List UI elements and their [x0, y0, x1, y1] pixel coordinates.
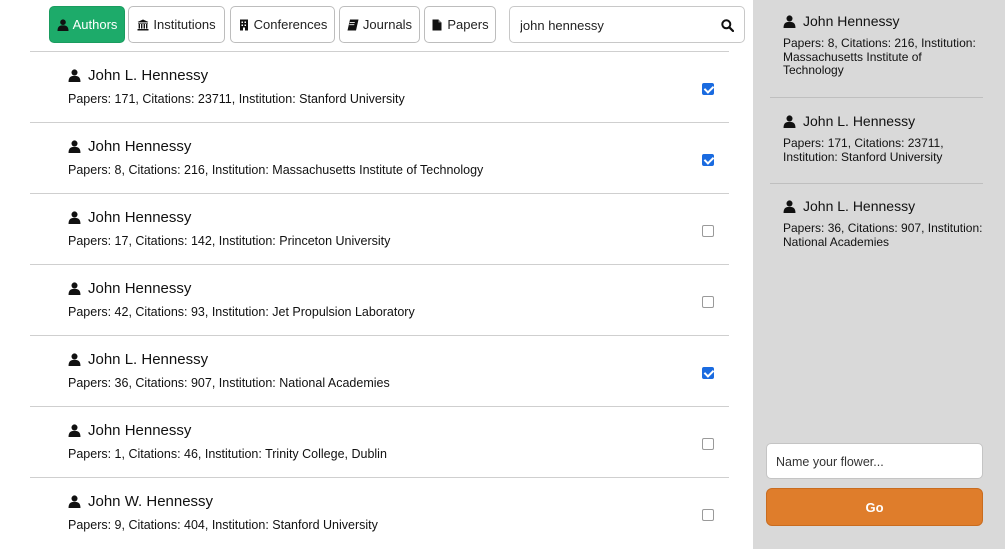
selected-item: John L. Hennessy Papers: 36, Citations: … [783, 198, 983, 249]
tab-institutions[interactable]: Institutions [128, 6, 225, 43]
list-item[interactable]: John L. Hennessy Papers: 36, Citations: … [30, 335, 729, 406]
search-input[interactable] [520, 16, 710, 34]
list-item[interactable]: John Hennessy Papers: 8, Citations: 216,… [30, 122, 729, 193]
user-icon [68, 69, 81, 82]
author-meta: Papers: 36, Citations: 907, Institution:… [68, 376, 390, 390]
author-name: John Hennessy [88, 422, 192, 439]
author-meta: Papers: 171, Citations: 23711, Instituti… [68, 92, 405, 106]
select-checkbox[interactable] [702, 154, 714, 166]
tab-label: Authors [72, 17, 118, 32]
tab-conferences[interactable]: Conferences [230, 6, 335, 43]
user-icon [68, 495, 81, 508]
journal-icon [347, 19, 359, 30]
list-item[interactable]: John Hennessy Papers: 42, Citations: 93,… [30, 264, 729, 335]
list-item[interactable]: John Hennessy Papers: 17, Citations: 142… [30, 193, 729, 264]
author-name: John Hennessy [88, 280, 192, 297]
selection-sidebar: John Hennessy Papers: 8, Citations: 216,… [753, 0, 1005, 549]
select-checkbox[interactable] [702, 296, 714, 308]
toolbar: Authors Institutions Conferences Journal… [49, 6, 749, 44]
tab-label: Papers [447, 17, 489, 32]
select-checkbox[interactable] [702, 509, 714, 521]
tab-label: Journals [362, 17, 413, 32]
paper-icon [432, 19, 442, 30]
author-name: John W. Hennessy [88, 493, 214, 510]
user-icon [783, 199, 796, 213]
list-item[interactable]: John Hennessy Papers: 1, Citations: 46, … [30, 406, 729, 477]
user-icon [783, 114, 796, 128]
user-icon [68, 353, 81, 366]
select-checkbox[interactable] [702, 367, 714, 379]
list-item[interactable]: John L. Hennessy Papers: 171, Citations:… [30, 51, 729, 122]
divider [770, 97, 983, 98]
selected-meta: Papers: 36, Citations: 907, Institution:… [783, 221, 983, 249]
institution-icon [137, 19, 149, 30]
selected-item: John Hennessy Papers: 8, Citations: 216,… [783, 13, 983, 78]
author-meta: Papers: 9, Citations: 404, Institution: … [68, 518, 378, 532]
search-icon[interactable] [721, 19, 734, 32]
selected-name: John L. Hennessy [803, 113, 916, 129]
user-icon [68, 424, 81, 437]
select-checkbox[interactable] [702, 83, 714, 95]
conference-icon [239, 19, 248, 30]
flower-name-field[interactable] [766, 443, 983, 479]
author-name: John Hennessy [88, 209, 192, 226]
tab-label: Institutions [153, 17, 216, 32]
selected-name: John L. Hennessy [803, 198, 916, 214]
user-icon [68, 282, 81, 295]
results-list: John L. Hennessy Papers: 171, Citations:… [30, 51, 729, 548]
go-button[interactable]: Go [766, 488, 983, 526]
user-icon [783, 14, 796, 28]
author-name: John L. Hennessy [88, 351, 209, 368]
user-icon [68, 211, 81, 224]
tab-papers[interactable]: Papers [424, 6, 496, 43]
selected-item: John L. Hennessy Papers: 171, Citations:… [783, 113, 983, 164]
selected-meta: Papers: 8, Citations: 216, Institution: … [783, 36, 976, 77]
user-icon [68, 140, 81, 153]
selected-name: John Hennessy [803, 13, 900, 29]
divider [770, 183, 983, 184]
tab-journals[interactable]: Journals [339, 6, 420, 43]
list-item[interactable]: John W. Hennessy Papers: 9, Citations: 4… [30, 477, 729, 548]
author-name: John L. Hennessy [88, 67, 209, 84]
search-box[interactable] [509, 6, 745, 43]
author-meta: Papers: 42, Citations: 93, Institution: … [68, 305, 415, 319]
flower-name-input[interactable] [776, 454, 971, 470]
select-checkbox[interactable] [702, 225, 714, 237]
author-meta: Papers: 1, Citations: 46, Institution: T… [68, 447, 387, 461]
author-meta: Papers: 8, Citations: 216, Institution: … [68, 163, 484, 177]
selected-meta: Papers: 171, Citations: 23711, Instituti… [783, 136, 944, 164]
tab-label: Conferences [253, 17, 328, 32]
author-meta: Papers: 17, Citations: 142, Institution:… [68, 234, 391, 248]
main-panel: Authors Institutions Conferences Journal… [0, 0, 753, 549]
tab-authors[interactable]: Authors [49, 6, 125, 43]
author-name: John Hennessy [88, 138, 192, 155]
user-icon [57, 18, 69, 31]
select-checkbox[interactable] [702, 438, 714, 450]
